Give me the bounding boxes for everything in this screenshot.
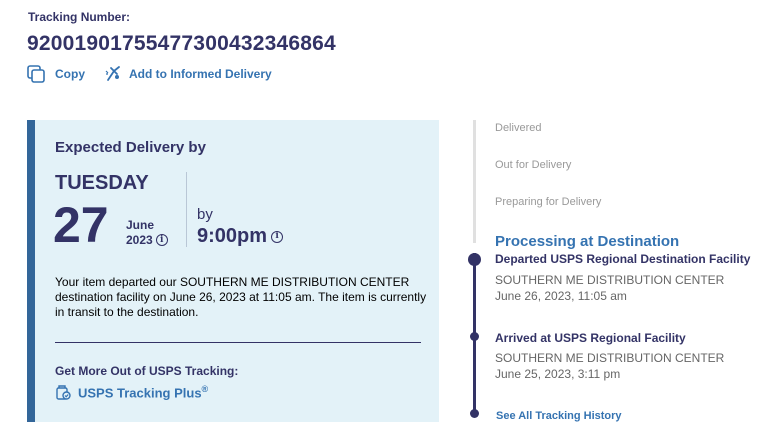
expected-delivery-card: Expected Delivery by TUESDAY 27 June 202… xyxy=(27,120,439,422)
copy-button[interactable]: Copy xyxy=(26,64,85,84)
delivery-year: 2023 xyxy=(126,233,153,247)
timeline-event-location: SOUTHERN ME DISTRIBUTION CENTER xyxy=(495,273,725,287)
timeline-current-status: Processing at Destination xyxy=(495,233,680,250)
tracking-number-label: Tracking Number: xyxy=(28,10,131,24)
copy-label: Copy xyxy=(55,67,85,81)
delivery-day: TUESDAY xyxy=(55,172,149,194)
timeline-step-delivered: Delivered xyxy=(495,122,542,134)
info-icon[interactable]: i xyxy=(155,234,168,246)
registered-mark: ® xyxy=(201,384,209,395)
info-icon[interactable]: i xyxy=(271,230,284,243)
more-tracking-title: Get More Out of USPS Tracking: xyxy=(55,364,239,378)
date-time-divider xyxy=(186,172,187,247)
expected-delivery-title: Expected Delivery by xyxy=(55,139,206,156)
timeline-event-title: Arrived at USPS Regional Facility xyxy=(495,331,686,345)
timeline-event-title: Departed USPS Regional Destination Facil… xyxy=(495,252,751,266)
timeline-dot-end xyxy=(470,409,479,418)
see-all-tracking-history-link[interactable]: See All Tracking History xyxy=(496,410,622,422)
usps-tracking-plus-link[interactable]: USPS Tracking Plus® xyxy=(55,384,208,401)
copy-icon xyxy=(27,65,45,83)
timeline-dot-current xyxy=(468,253,481,266)
informed-delivery-icon xyxy=(105,66,120,81)
add-to-informed-delivery-button[interactable]: Add to Informed Delivery xyxy=(105,65,272,83)
timeline-event-date: June 25, 2023, 3:11 pm xyxy=(495,367,621,381)
timeline-step-preparing: Preparing for Delivery xyxy=(495,196,602,208)
tracking-plus-icon xyxy=(56,385,71,400)
card-divider xyxy=(55,342,421,343)
delivery-by-label: by xyxy=(197,206,213,223)
delivery-time-row: 9:00pm i xyxy=(197,225,284,248)
delivery-description: Your item departed our SOUTHERN ME DISTR… xyxy=(55,275,427,319)
usps-tracking-plus-label: USPS Tracking Plus® xyxy=(78,384,209,401)
delivery-date: 27 xyxy=(53,197,109,253)
timeline-event-date: June 26, 2023, 11:05 am xyxy=(495,289,627,303)
timeline-dot-event xyxy=(470,332,479,341)
timeline-step-out-for-delivery: Out for Delivery xyxy=(495,159,572,171)
tracking-number: 9200190175547730043234686­4 xyxy=(27,32,336,55)
timeline-track-pending xyxy=(473,120,476,243)
timeline-event-location: SOUTHERN ME DISTRIBUTION CENTER xyxy=(495,351,725,365)
delivery-time: 9:00pm xyxy=(197,225,268,247)
delivery-year-row: 2023 i xyxy=(126,233,168,247)
tracking-actions: Copy Add to Informed Delivery xyxy=(26,64,272,84)
delivery-month: June xyxy=(126,218,155,232)
informed-delivery-label: Add to Informed Delivery xyxy=(129,67,272,81)
